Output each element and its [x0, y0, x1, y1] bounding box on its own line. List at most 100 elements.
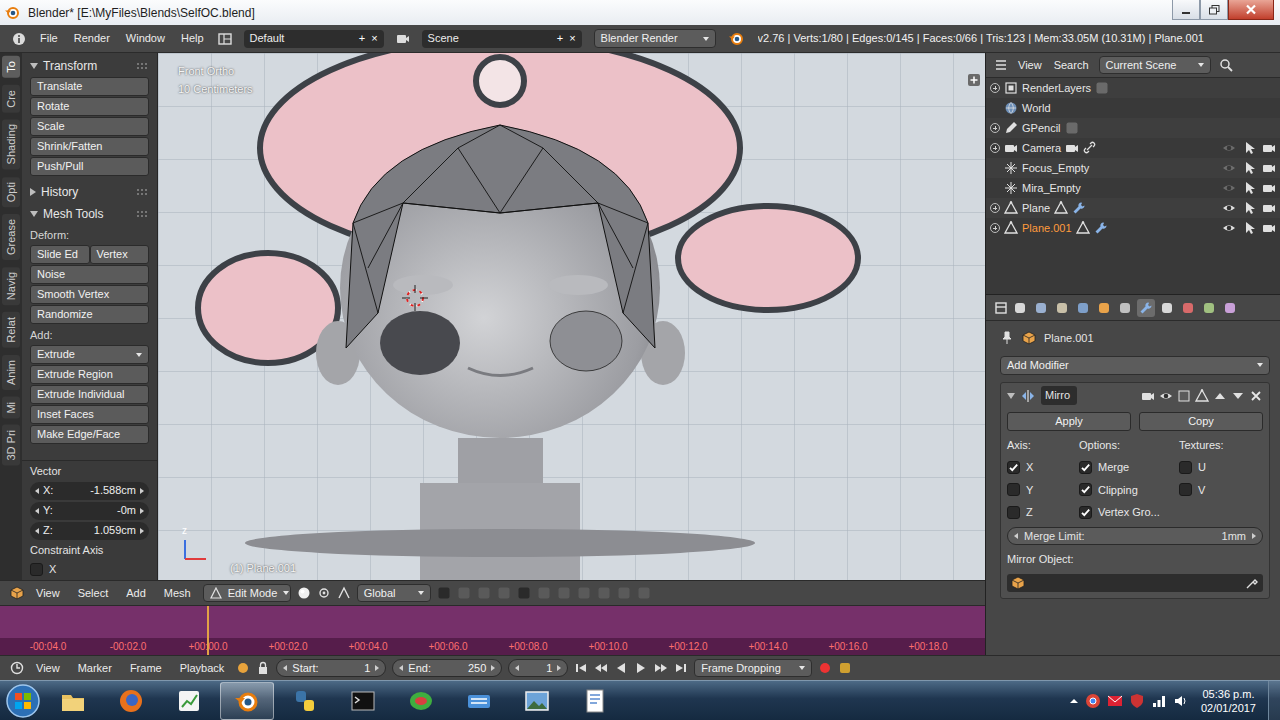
play-reverse-icon[interactable]: [614, 661, 628, 675]
render-camera-icon[interactable]: [1262, 141, 1276, 155]
start-orb-icon[interactable]: [4, 682, 42, 720]
cage-toggle-icon[interactable]: [1195, 389, 1209, 403]
expand-toggle-icon[interactable]: [30, 63, 38, 69]
timeline[interactable]: -00:04.0-00:02.0+00:00.0+00:02.0+00:04.0…: [0, 605, 985, 655]
increment-icon[interactable]: [140, 508, 144, 514]
render-camera-icon[interactable]: [1262, 161, 1276, 175]
render-camera-icon[interactable]: [1262, 201, 1276, 215]
checkbox[interactable]: [1179, 483, 1192, 496]
tool-shelf-tab[interactable]: Grease: [2, 214, 20, 260]
select-pointer-icon[interactable]: [1242, 181, 1256, 195]
editor-type-icon[interactable]: [10, 586, 24, 600]
end-frame-field[interactable]: End:250: [392, 659, 502, 678]
show-desktop-button[interactable]: [1268, 681, 1280, 720]
preview-range-icon[interactable]: [236, 661, 250, 675]
mode-dropdown[interactable]: Edit Mode: [203, 584, 291, 603]
expand-toggle-icon[interactable]: [990, 123, 1000, 133]
viewport[interactable]: Front Ortho10 Centimetersz(1) Plane.001: [158, 53, 985, 580]
add-modifier-dropdown[interactable]: Add Modifier: [1000, 356, 1270, 375]
start-frame-field[interactable]: Start:1: [276, 659, 386, 678]
outliner-row[interactable]: Camera: [986, 138, 1280, 158]
checkbox[interactable]: [1079, 506, 1092, 519]
number-field[interactable]: Z:1.059cm: [30, 522, 149, 540]
tool-button[interactable]: Randomize: [30, 305, 149, 324]
panel-header[interactable]: Transform: [30, 55, 149, 77]
properties-tab-icon[interactable]: [1137, 299, 1155, 317]
sync-dropdown[interactable]: Frame Dropping: [694, 659, 812, 678]
editor-type-icon[interactable]: [994, 301, 1008, 315]
record-icon[interactable]: [818, 661, 832, 675]
header-tool-icon[interactable]: [617, 586, 631, 600]
properties-tab-icon[interactable]: [1179, 299, 1197, 317]
tool-shelf-tab[interactable]: Opti: [2, 177, 20, 207]
select-pointer-icon[interactable]: [1242, 221, 1256, 235]
tool-dropdown[interactable]: Extrude: [30, 345, 149, 364]
tool-shelf-tab[interactable]: Shading: [2, 119, 20, 169]
taskbar-app[interactable]: [452, 682, 506, 720]
tool-button[interactable]: Scale: [30, 117, 149, 136]
expand-toggle-icon[interactable]: [30, 211, 38, 217]
taskbar-app[interactable]: [104, 682, 158, 720]
tool-shelf-tab[interactable]: Mi: [2, 397, 20, 419]
decrement-icon[interactable]: [35, 508, 39, 514]
eye-icon[interactable]: [1222, 161, 1236, 175]
properties-tab-icon[interactable]: [1074, 299, 1092, 317]
eye-icon[interactable]: [1222, 181, 1236, 195]
properties-tab-icon[interactable]: [1221, 299, 1239, 317]
select-pointer-icon[interactable]: [1242, 201, 1256, 215]
increment-icon[interactable]: [491, 665, 495, 671]
menu-item[interactable]: Playback: [174, 660, 231, 677]
taskbar-app[interactable]: [46, 682, 100, 720]
menu-item[interactable]: Add: [120, 585, 152, 602]
checkbox[interactable]: [1007, 506, 1020, 519]
drag-grip-icon[interactable]: [135, 61, 149, 71]
eye-icon[interactable]: [1222, 221, 1236, 235]
render-camera-icon[interactable]: [1262, 181, 1276, 195]
play-icon[interactable]: [634, 661, 648, 675]
expand-toggle-icon[interactable]: [990, 203, 1000, 213]
properties-tab-icon[interactable]: [1200, 299, 1218, 317]
copy-button[interactable]: Copy: [1139, 412, 1263, 431]
number-field[interactable]: Y:-0m: [30, 502, 149, 520]
expand-toggle-icon[interactable]: [990, 183, 1000, 193]
menu-item[interactable]: Window: [124, 30, 167, 47]
tool-shelf-tab[interactable]: To: [2, 56, 20, 78]
volume-tray-icon[interactable]: [1173, 693, 1189, 709]
tool-button[interactable]: Inset Faces: [30, 405, 149, 424]
increment-icon[interactable]: [375, 665, 379, 671]
properties-tab-icon[interactable]: [1053, 299, 1071, 317]
timeline-area[interactable]: [0, 606, 985, 638]
move-down-icon[interactable]: [1231, 389, 1245, 403]
tool-button[interactable]: Extrude Region: [30, 365, 149, 384]
outliner-row[interactable]: RenderLayers: [986, 78, 1280, 98]
menu-item[interactable]: Search: [1052, 57, 1091, 74]
menu-item[interactable]: Marker: [72, 660, 118, 677]
tool-shelf-tab[interactable]: Anim: [2, 355, 20, 390]
header-tool-icon[interactable]: [497, 586, 511, 600]
viewport-toggle-icon[interactable]: [1159, 389, 1173, 403]
decrement-icon[interactable]: [35, 528, 39, 534]
search-icon[interactable]: [1219, 58, 1233, 72]
shading-icon[interactable]: [297, 586, 311, 600]
tool-button[interactable]: Smooth Vertex: [30, 285, 149, 304]
mail-tray-icon[interactable]: [1107, 693, 1123, 709]
checkbox[interactable]: [1079, 461, 1092, 474]
tool-shelf-tab[interactable]: Relat: [2, 312, 20, 348]
render-engine-dropdown[interactable]: Blender Render: [594, 29, 716, 48]
header-tool-icon[interactable]: [537, 586, 551, 600]
panel-header[interactable]: Mesh Tools: [30, 203, 149, 225]
expand-toggle-icon[interactable]: [990, 163, 1000, 173]
header-tool-icon[interactable]: [517, 586, 531, 600]
editor-type-icon[interactable]: [12, 32, 26, 46]
taskbar-app[interactable]: [394, 682, 448, 720]
scene-field[interactable]: Scene+×: [422, 30, 582, 48]
properties-tab-icon[interactable]: [1032, 299, 1050, 317]
checkbox[interactable]: [30, 563, 43, 576]
playhead[interactable]: [207, 606, 209, 655]
constraint-option[interactable]: X: [30, 560, 149, 578]
outliner-row[interactable]: Focus_Empty: [986, 158, 1280, 178]
decrement-icon[interactable]: [515, 665, 519, 671]
scene-icon[interactable]: [396, 32, 410, 46]
pivot-icon[interactable]: [317, 586, 331, 600]
mirror-object-field[interactable]: [1007, 574, 1263, 592]
